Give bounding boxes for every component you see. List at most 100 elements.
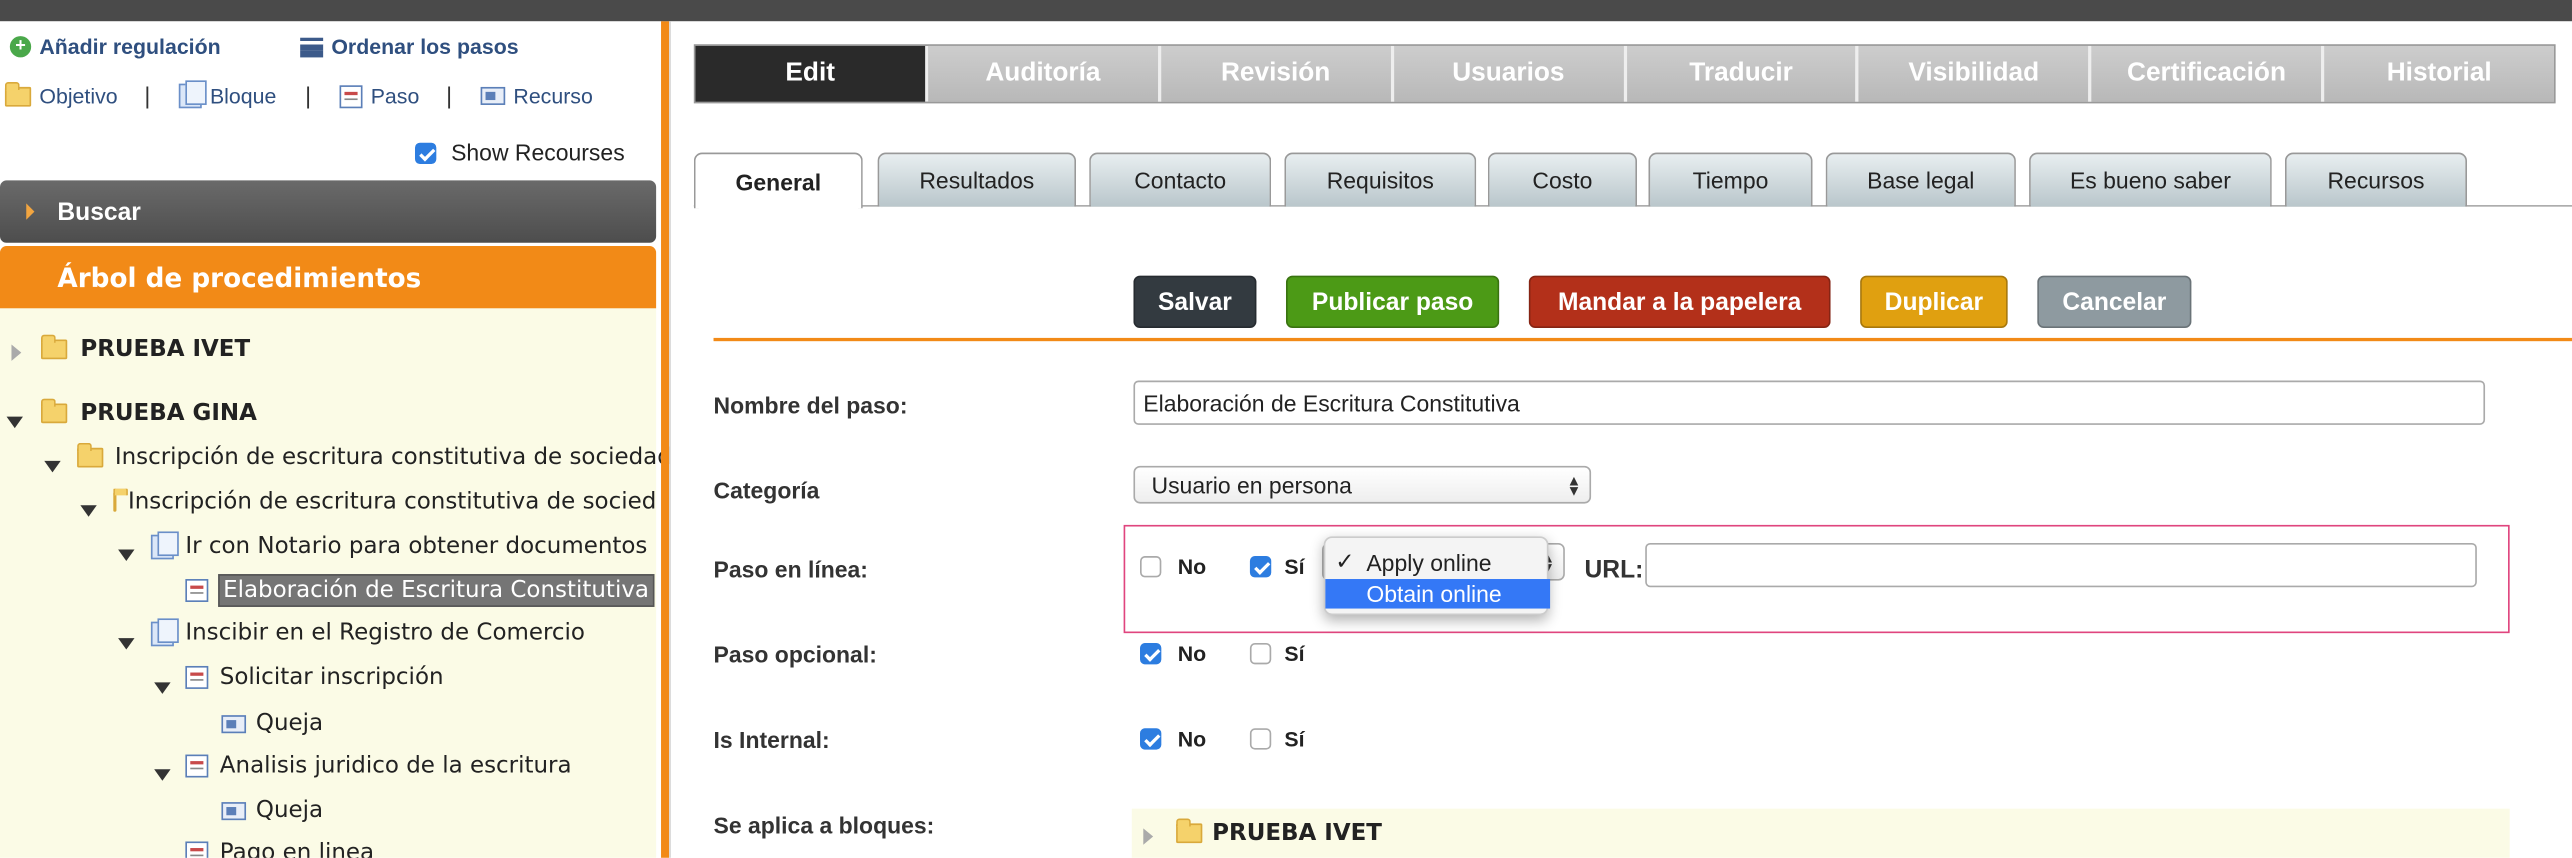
online-no-checkbox[interactable]	[1140, 556, 1162, 578]
step-name-label: Nombre del paso:	[713, 392, 908, 419]
internal-si-checkbox[interactable]	[1249, 728, 1272, 750]
tab-traducir[interactable]: Traducir	[1626, 45, 1860, 102]
blocks-tree-node[interactable]: PRUEBA IVET	[1176, 818, 1382, 846]
folder-icon	[4, 81, 32, 106]
tree-node[interactable]: Queja	[221, 797, 323, 823]
triangle-down-icon	[154, 769, 171, 781]
separator: |	[144, 82, 151, 109]
tab-revision[interactable]: Revisión	[1160, 45, 1394, 102]
tree-expander-open[interactable]	[80, 495, 97, 525]
sub-tab-bar: General Resultados Contacto Requisitos C…	[693, 152, 2572, 209]
paso-link[interactable]: Paso	[339, 84, 419, 108]
tree-node[interactable]: PRUEBA IVET	[41, 334, 250, 363]
subtab-es-bueno-saber[interactable]: Es bueno saber	[2029, 152, 2272, 207]
tree-node[interactable]: Solicitar inscripción	[185, 664, 444, 691]
triangle-down-icon	[80, 505, 97, 517]
subtab-resultados[interactable]: Resultados	[877, 152, 1077, 207]
add-icon: +	[9, 36, 32, 58]
add-regulation-link[interactable]: + Añadir regulación	[9, 34, 221, 59]
publish-step-button[interactable]: Publicar paso	[1285, 275, 1500, 329]
search-section-header[interactable]: Buscar	[0, 180, 657, 243]
url-input[interactable]	[1645, 542, 2477, 588]
online-no-option[interactable]: No	[1140, 554, 1206, 579]
tree-node[interactable]: Pago en linea	[185, 840, 374, 858]
subtab-costo[interactable]: Costo	[1487, 152, 1638, 207]
triangle-down-icon	[118, 638, 135, 650]
resource-icon	[221, 714, 247, 733]
triangle-down-icon	[6, 416, 23, 429]
step-name-input[interactable]: Elaboración de Escritura Constitutiva	[1133, 380, 2486, 425]
expand-arrow-icon	[26, 203, 35, 220]
step-icon	[339, 84, 363, 108]
show-resources-checkbox[interactable]	[414, 141, 437, 164]
step-icon	[185, 579, 209, 602]
tree-expander-collapsed[interactable]	[1143, 823, 1154, 853]
tree-node[interactable]: Analisis juridico de la escritura	[185, 753, 572, 779]
online-si-checkbox[interactable]	[1249, 556, 1272, 578]
tree-node[interactable]: Inscripción de escritura constitutiva de…	[113, 488, 656, 515]
dropdown-option-apply-online[interactable]: ✓ Apply online	[1325, 548, 1550, 578]
subtab-requisitos[interactable]: Requisitos	[1284, 152, 1477, 207]
tab-visibilidad[interactable]: Visibilidad	[1859, 45, 2092, 102]
resource-icon	[221, 801, 247, 820]
editor-panel	[682, 21, 2572, 858]
url-label: URL:	[1584, 556, 1644, 584]
tab-auditoria[interactable]: Auditoría	[928, 45, 1161, 102]
cancel-button[interactable]: Cancelar	[2037, 275, 2192, 329]
subtab-contacto[interactable]: Contacto	[1089, 152, 1272, 207]
tree-expander-open[interactable]	[118, 540, 135, 570]
tree-node[interactable]: Inscripción de escritura constitutiva de…	[77, 442, 672, 471]
tree-node-selected[interactable]: Elaboración de Escritura Constitutiva	[185, 574, 654, 607]
triangle-down-icon	[118, 549, 135, 561]
duplicate-button[interactable]: Duplicar	[1860, 275, 2008, 329]
panel-splitter[interactable]	[661, 21, 670, 858]
tab-edit[interactable]: Edit	[695, 45, 929, 102]
tree-expander-open[interactable]	[118, 628, 135, 658]
tree-node[interactable]: Inscibir en el Registro de Comercio	[150, 617, 585, 646]
order-steps-link[interactable]: Ordenar los pasos	[300, 34, 519, 59]
triangle-right-icon	[1143, 828, 1154, 845]
bloque-link[interactable]: Bloque	[178, 80, 276, 109]
procedure-tree-header: Árbol de procedimientos	[0, 246, 657, 309]
dropdown-option-obtain-online[interactable]: Obtain online	[1325, 579, 1551, 609]
category-select[interactable]: Usuario en persona ▲ ▼	[1133, 465, 1592, 504]
optional-no-checkbox[interactable]	[1140, 642, 1162, 665]
tree-expander-open[interactable]	[6, 407, 23, 437]
top-bar	[0, 0, 2572, 22]
internal-no-checkbox[interactable]	[1140, 728, 1162, 750]
block-icon	[150, 617, 179, 646]
tree-node[interactable]: PRUEBA GINA	[41, 398, 257, 426]
tree-expander-open[interactable]	[154, 759, 171, 789]
internal-si-option[interactable]: Sí	[1249, 727, 1305, 751]
subtab-recursos[interactable]: Recursos	[2284, 152, 2468, 207]
applies-to-blocks-label: Se aplica a bloques:	[713, 811, 935, 839]
tree-node[interactable]: Ir con Notario para obtener documentos	[150, 530, 647, 559]
tree-expander-collapsed[interactable]	[11, 340, 22, 370]
optional-si-checkbox[interactable]	[1249, 642, 1272, 665]
trash-button[interactable]: Mandar a la papelera	[1528, 275, 1831, 329]
internal-no-option[interactable]: No	[1140, 727, 1206, 751]
tree-expander-open[interactable]	[44, 451, 61, 481]
optional-no-option[interactable]: No	[1140, 641, 1206, 666]
block-icon	[178, 80, 207, 109]
block-icon	[150, 530, 179, 559]
subtab-tiempo[interactable]: Tiempo	[1648, 152, 1813, 207]
optional-step-label: Paso opcional:	[713, 641, 877, 668]
objetivo-link[interactable]: Objetivo	[4, 81, 118, 108]
folder-icon	[41, 398, 68, 424]
save-button[interactable]: Salvar	[1133, 275, 1257, 329]
tab-historial[interactable]: Historial	[2324, 45, 2554, 102]
tab-certificacion[interactable]: Certificación	[2091, 45, 2325, 102]
subtab-general[interactable]: General	[693, 152, 863, 209]
tree-expander-open[interactable]	[154, 673, 171, 703]
is-internal-label: Is Internal:	[713, 726, 830, 753]
optional-si-option[interactable]: Sí	[1249, 641, 1305, 666]
triangle-down-icon	[154, 682, 171, 694]
show-resources-toggle[interactable]: Show Recourses	[414, 139, 625, 166]
online-si-option[interactable]: Sí	[1249, 554, 1305, 579]
tree-node[interactable]: Queja	[221, 710, 323, 736]
step-icon	[185, 841, 209, 858]
tab-usuarios[interactable]: Usuarios	[1393, 45, 1627, 102]
recurso-link[interactable]: Recurso	[480, 84, 593, 108]
subtab-base-legal[interactable]: Base legal	[1825, 152, 2016, 207]
